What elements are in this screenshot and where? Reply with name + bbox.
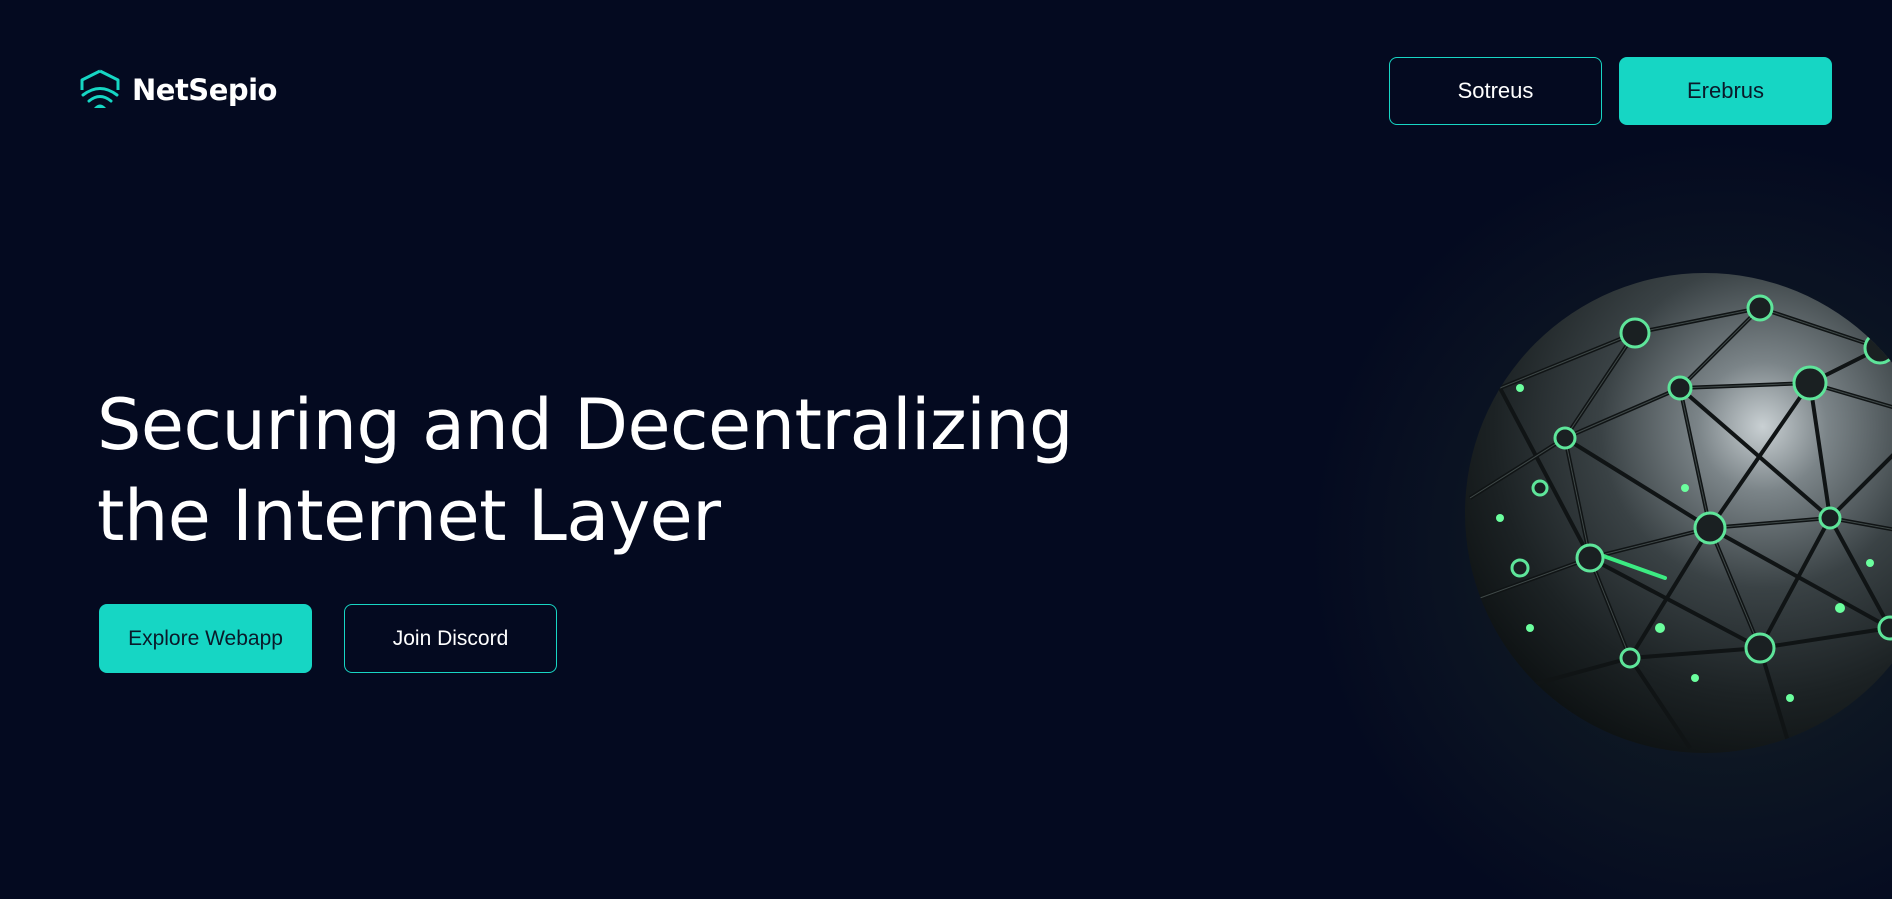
hero-title: Securing and Decentralizing the Internet… <box>97 380 1097 562</box>
brand-logo[interactable]: NetSepio <box>78 68 277 112</box>
brand-name: NetSepio <box>132 73 277 107</box>
network-globe-icon <box>1460 268 1892 758</box>
landing-page: NetSepio Sotreus Erebrus Securing and De… <box>0 0 1892 899</box>
hero-title-line-1: Securing and Decentralizing <box>97 384 1073 466</box>
join-discord-button[interactable]: Join Discord <box>344 604 557 673</box>
erebrus-button[interactable]: Erebrus <box>1619 57 1832 125</box>
hero-title-line-2: the Internet Layer <box>97 475 721 557</box>
shield-wifi-icon <box>78 68 122 112</box>
explore-webapp-button[interactable]: Explore Webapp <box>99 604 312 673</box>
sotreus-button[interactable]: Sotreus <box>1389 57 1602 125</box>
